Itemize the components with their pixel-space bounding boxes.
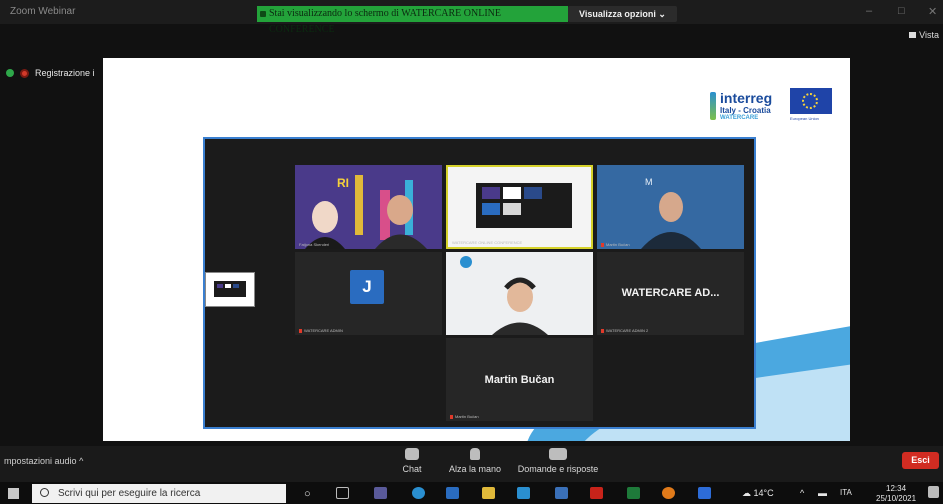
raise-hand-label: Alza la mano (448, 464, 502, 474)
audio-settings-label: mpostazioni audio (4, 456, 77, 466)
avatar: J (350, 270, 384, 304)
logo-sub: Italy - Croatia (720, 106, 771, 115)
recording-label: Registrazione i (35, 68, 95, 78)
chat-icon (405, 448, 419, 460)
participant-gallery: RI Fatjona Skenderi WATERCARE ONLINE CON… (203, 137, 756, 429)
qa-label: Domande e risposte (517, 464, 599, 474)
cortana-icon[interactable]: ○ (304, 488, 311, 500)
outlook-icon[interactable] (446, 487, 459, 499)
participant-tile[interactable]: M Martin Bučan (597, 165, 744, 249)
chevron-down-icon: ⌄ (658, 9, 666, 19)
participant-tile-active[interactable]: WATERCARE ONLINE CONFERENCE (446, 165, 593, 249)
meeting-toolbar: mpostazioni audio ^ Chat Alza la mano Do… (0, 446, 943, 482)
svg-text:M: M (645, 177, 653, 187)
logo-project: WATERCARE (720, 115, 759, 121)
participant-tile[interactable]: RI Fatjona Skenderi (295, 165, 442, 249)
logo-name: interreg (720, 90, 773, 106)
chat-button[interactable]: Chat (399, 448, 425, 474)
video-feed: RI (295, 165, 442, 249)
task-view-icon[interactable] (336, 487, 349, 499)
participant-name: WATERCARE ADMIN 2 (601, 328, 648, 333)
audio-settings-button[interactable]: mpostazioni audio ^ (4, 456, 83, 466)
grid-view-icon (909, 32, 917, 38)
shield-check-icon (6, 69, 14, 77)
participant-name: Martin Bučan (601, 242, 630, 247)
mic-muted-icon (601, 242, 604, 247)
exit-button[interactable]: Esci (902, 452, 939, 469)
mic-muted-icon (450, 414, 453, 419)
search-placeholder: Scrivi qui per eseguire la ricerca (58, 488, 201, 499)
view-options-button[interactable]: Visualizza opzioni ⌄ (568, 6, 677, 22)
network-icon[interactable]: ▬ (818, 488, 827, 498)
minimize-icon[interactable]: – (866, 5, 872, 17)
svg-text:RI: RI (337, 176, 349, 190)
close-icon[interactable]: ✕ (928, 5, 937, 18)
video-feed (446, 252, 593, 335)
participant-display-name: WATERCARE AD... (621, 287, 720, 299)
screen-share-preview[interactable] (205, 272, 255, 307)
participant-tile[interactable]: Martin Bučan Martin Bučan (446, 338, 593, 421)
logo-mark (710, 92, 716, 120)
notification-icon[interactable] (928, 486, 939, 498)
weather-widget[interactable]: ☁ 14°C (742, 488, 774, 499)
share-banner-text: Stai visualizzando lo schermo di WATERCA… (269, 8, 502, 35)
zoom-app-icon[interactable] (517, 487, 530, 499)
participant-tile[interactable]: WATERCARE AD... WATERCARE ADMIN 2 (597, 252, 744, 335)
windows-start-icon[interactable] (8, 488, 19, 499)
firefox-icon[interactable] (662, 487, 675, 499)
qa-button[interactable]: Domande e risposte (512, 448, 604, 474)
participant-name: WATERCARE ADMIN (299, 328, 343, 333)
qa-icon (549, 448, 567, 460)
record-icon (20, 68, 29, 78)
clock-time: 12:34 (886, 484, 907, 493)
participant-name: Martin Bučan (450, 414, 479, 419)
mic-muted-icon (299, 328, 302, 333)
store-icon[interactable] (555, 487, 568, 499)
file-explorer-icon[interactable] (482, 487, 495, 499)
search-icon (40, 488, 49, 497)
video-feed: M (597, 165, 744, 249)
zoom-taskbar-icon[interactable] (698, 487, 711, 499)
preview-thumbnail (206, 273, 254, 306)
tray-chevron-icon[interactable]: ^ (800, 488, 804, 498)
taskbar-search[interactable]: Scrivi qui per eseguire la ricerca (32, 484, 286, 503)
maximize-icon[interactable]: □ (898, 5, 905, 17)
zoom-window: Zoom Webinar Stai visualizzando lo scher… (0, 0, 943, 504)
language-indicator[interactable]: ITA (840, 488, 852, 497)
mic-muted-icon (601, 328, 604, 333)
eu-caption: European Union (790, 116, 819, 121)
participant-tile[interactable] (446, 252, 593, 335)
excel-icon[interactable] (627, 487, 640, 499)
participant-name: WATERCARE ONLINE CONFERENCE (452, 240, 523, 245)
participant-display-name: Martin Bučan (484, 374, 555, 386)
title-bar: Zoom Webinar Stai visualizzando lo scher… (0, 0, 943, 35)
windows-taskbar: Scrivi qui per eseguire la ricerca ○ ☁ 1… (0, 482, 943, 504)
taskbar-clock[interactable]: 12:34 25/10/2021 (876, 484, 916, 504)
teams-icon[interactable] (374, 487, 387, 499)
clock-date: 25/10/2021 (876, 494, 917, 503)
cloud-icon: ☁ (742, 488, 754, 498)
screen-share-thumbnail (448, 167, 591, 247)
acrobat-icon[interactable] (590, 487, 603, 499)
chat-label: Chat (402, 464, 422, 474)
participant-name: Fatjona Skenderi (299, 242, 330, 247)
recording-indicator: Registrazione i (6, 68, 95, 78)
participant-tile[interactable]: J WATERCARE ADMIN (295, 252, 442, 335)
screen-share-banner: Stai visualizzando lo schermo di WATERCA… (257, 6, 568, 35)
eu-flag-icon (790, 88, 832, 114)
share-icon (260, 11, 266, 17)
view-options-label: Visualizza opzioni (579, 9, 656, 19)
chevron-up-icon: ^ (79, 456, 84, 466)
view-button[interactable]: Vista (909, 30, 939, 40)
view-label: Vista (919, 30, 939, 40)
edge-icon[interactable] (412, 487, 425, 499)
app-title: Zoom Webinar (10, 6, 76, 17)
raise-hand-button[interactable]: Alza la mano (446, 448, 504, 474)
hand-icon (470, 448, 480, 460)
